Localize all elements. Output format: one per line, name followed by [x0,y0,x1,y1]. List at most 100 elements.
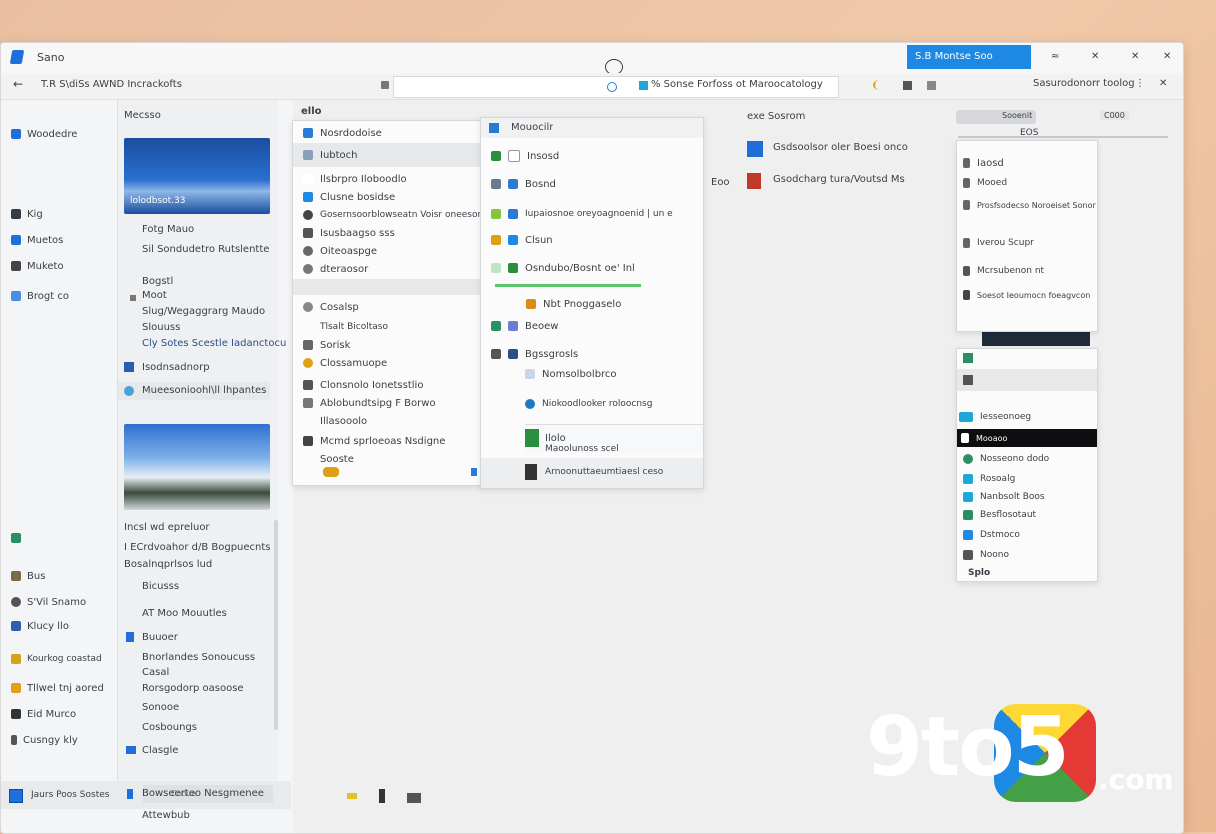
sidebar-item-pc[interactable] [1,530,27,546]
nav-item[interactable]: Bicusss [142,581,179,592]
menu-item[interactable]: Bgssgrosls [481,344,703,364]
menu-item[interactable]: Iverou Scupr [957,233,1097,253]
sidebar-item-klucy[interactable]: Klucy llo [1,618,69,634]
profile-text[interactable]: Sasurodonorr toolog [1033,78,1135,89]
menu-item[interactable]: Cosalsp [293,297,481,317]
menu-item[interactable]: Sorisk [293,335,481,355]
link-item[interactable]: Gsdsoolsor oler Boesi onco [773,142,908,153]
menu-item[interactable]: Dstmoco [957,525,1097,545]
menu-item-selected[interactable]: Mooaoo [957,429,1097,447]
panel-tab-2[interactable]: C000 [1100,111,1129,120]
sidebar-item-tllwel[interactable]: Tllwel tnj aored [1,680,104,696]
menu-item[interactable]: Mcrsubenon nt [957,261,1097,281]
nav-item[interactable]: Bnorlandes Sonoucuss [142,652,255,663]
nav-item[interactable]: Bowseerteo Nesgmenee [142,788,264,799]
menu-item[interactable]: Rosoalg [957,469,1097,489]
menu-item[interactable]: Mooed [957,173,1097,193]
menu-item[interactable]: Bosnd [481,174,703,194]
thumbnail-image[interactable]: lolodbsot.33 [124,138,270,214]
menu-item[interactable]: Gosernsoorblowseatn Voisr oneesonlo [293,205,481,225]
sidebar-header[interactable]: Woodedre [1,126,77,142]
search-box[interactable]: S.B Montse Soo [907,45,1031,69]
sidebar-item-kig[interactable]: Kig [1,206,43,222]
sidebar-item-brogt[interactable]: Brogt co [1,288,69,304]
camera-icon[interactable] [407,793,421,803]
nav-item[interactable]: Cly Sotes Scestle Iadanctocu [142,338,286,349]
menu-item[interactable]: Niokoodlooker roloocnsg [481,394,703,414]
nav-item[interactable]: Incsl wd epreluor [124,522,210,533]
menu-item[interactable]: Insosd [481,146,703,166]
menu-item[interactable]: Nomsolbolbrco [481,364,703,384]
nav-item[interactable]: Sil Sondudetro Rutslentte [142,244,269,255]
menu-item[interactable]: Nosseono dodo [957,449,1097,469]
close-button[interactable]: ✕ [1163,51,1171,62]
menu-item[interactable]: Besflosotaut [957,505,1097,525]
nav-item-selected[interactable]: Mueesonioohl\ll lhpantes [118,382,270,400]
menu-item[interactable]: Oiteoaspge [293,241,481,261]
pen-icon[interactable] [379,789,385,803]
link-item[interactable]: Gsodcharg tura/Voutsd Ms [773,174,905,185]
nav-item[interactable]: Slouuss [142,322,180,333]
sidebar-item-cusngy[interactable]: Cusngy kly [1,732,78,748]
link-left-label[interactable]: Eoo [711,177,730,188]
start-icon[interactable] [9,789,23,803]
expand-icon[interactable] [471,468,477,476]
menu-item[interactable]: Sooste [293,449,481,469]
menu-item[interactable]: Ablobundtsipg F Borwo [293,393,481,413]
restore-button[interactable]: ✕ [1131,51,1139,62]
nav-item[interactable]: Bogstl [142,276,173,287]
nav-item[interactable]: Fotg Mauo [142,224,194,235]
menu-item[interactable]: Nanbsolt Boos [957,487,1097,507]
taskbar-app-icon[interactable] [127,789,133,799]
menu-item[interactable]: Clusne bosidse [293,187,481,207]
menu-item[interactable]: dteraosor [293,259,481,279]
menu-hover-row[interactable] [957,369,1097,391]
minimize-button[interactable]: ≈ [1051,51,1059,62]
nav-item[interactable]: Slug/Wegaggrarg Maudo [142,306,265,317]
nav-item[interactable]: Attewbub [142,810,190,821]
menu-item[interactable]: Nosrdodoise [293,123,481,143]
sidebar-item-muketo[interactable]: Muketo [1,258,64,274]
sidebar-item-bus[interactable]: Bus [1,568,45,584]
url-text[interactable]: % Sonse Forfoss ot Maroocatology [651,79,831,90]
menu-item[interactable]: Soesot Ieoumocn foeagvcon [957,285,1097,305]
menu-item[interactable]: Osndubo/Bosnt oe' Inl [481,258,703,278]
sidebar-item-kourkog[interactable]: Kourkog coastad [1,648,113,670]
sidebar-item-muetos[interactable]: Muetos [1,232,63,248]
menu-item[interactable]: Tlsalt Bicoltaso [293,317,481,337]
menu-item[interactable]: Clossamuope [293,353,481,373]
mountain-image[interactable] [124,424,270,510]
menu-item[interactable]: Iaosd [957,153,1097,173]
close-tab-icon[interactable]: ✕ [1159,78,1167,89]
nav-item[interactable]: Isodnsadnorp [142,362,210,373]
breadcrumb[interactable]: T.R S\diSs AWND Incrackofts [41,79,182,90]
sidebar-item-eid[interactable]: Eid Murco [1,706,76,722]
menu-item[interactable]: Ilsbrpro Iloboodlo [293,169,481,189]
nav-item[interactable]: Cosboungs [142,722,197,733]
nav-item[interactable]: Moot [142,290,167,301]
nav-scrollbar[interactable] [274,520,278,730]
favorites-icon[interactable] [927,81,936,90]
menu-item[interactable]: Mcmd sprloeoas Nsdigne [293,431,481,451]
menu-item[interactable]: Splo [957,563,1097,583]
nav-item[interactable]: Buuoer [142,632,178,643]
sidebar-item-svil[interactable]: S'Vil Snamo [1,594,86,610]
menu-top-row[interactable] [957,349,1097,367]
submenu-footer-row[interactable]: Arnoonuttaeumtiaesl ceso [481,458,703,488]
more-icon[interactable]: ⋮ [1135,78,1145,89]
menu-item[interactable]: Beoew [481,316,703,336]
back-button[interactable]: ← [13,77,23,91]
nav-item[interactable]: I ECrdvoahor d/B Bogpuecnts [124,542,271,553]
menu-item[interactable]: Nbt Pnoggaselo [481,294,703,314]
menu-item[interactable]: Iubtoch [293,143,481,167]
emoji-icon[interactable] [323,467,339,477]
menu-item[interactable]: Noono [957,545,1097,565]
menu-item[interactable]: Clonsnolo Ionetsstlio [293,375,481,395]
nav-item[interactable]: Sonooe [142,702,179,713]
menu-item[interactable]: Iupaiosnoe oreyoagnoenid | un e [481,204,703,224]
nav-item[interactable]: Rorsgodorp oasoose [142,683,244,694]
extensions-icon[interactable] [903,81,912,90]
nav-item[interactable]: AT Moo Mouutles [142,608,227,619]
menu-item[interactable]: Isusbaagso sss [293,223,481,243]
menu-item[interactable]: Maoolunoss scel [545,444,619,454]
